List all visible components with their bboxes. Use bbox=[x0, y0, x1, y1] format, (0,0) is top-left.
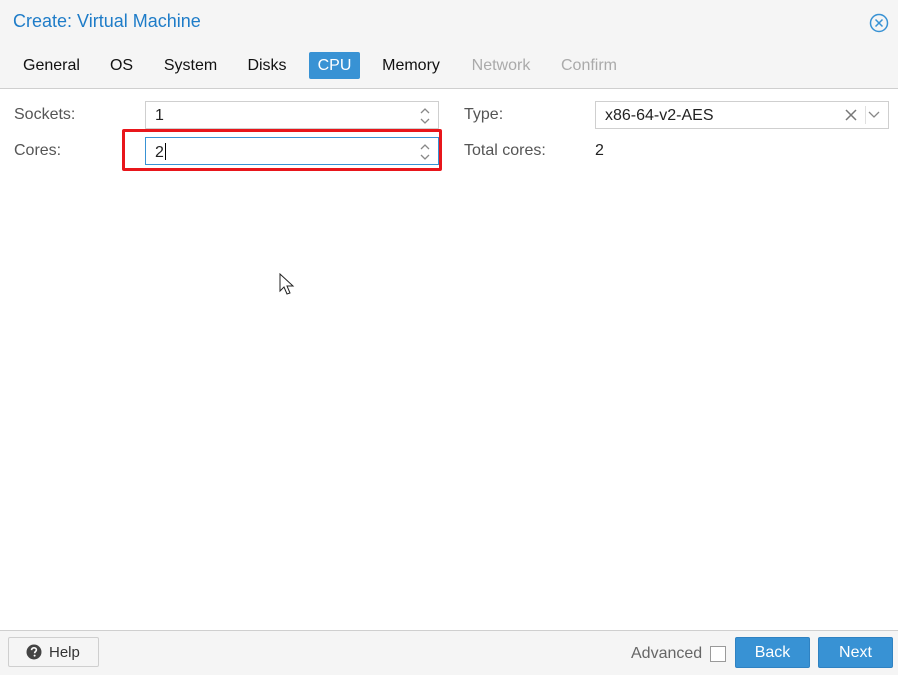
tab-network: Network bbox=[471, 57, 531, 74]
combo-divider bbox=[865, 106, 866, 124]
tab-confirm: Confirm bbox=[560, 57, 617, 74]
back-button[interactable]: Back bbox=[735, 637, 810, 668]
help-label: Help bbox=[49, 644, 80, 661]
tab-memory[interactable]: Memory bbox=[373, 52, 449, 79]
total-cores-label: Total cores: bbox=[464, 142, 546, 159]
help-button[interactable]: Help bbox=[8, 637, 99, 667]
clear-icon[interactable] bbox=[844, 107, 858, 123]
tab-system[interactable]: System bbox=[154, 52, 227, 79]
advanced-label: Advanced bbox=[631, 645, 703, 662]
advanced-checkbox[interactable] bbox=[710, 646, 726, 662]
total-cores-value: 2 bbox=[595, 142, 604, 159]
chevron-down-icon[interactable] bbox=[868, 110, 880, 120]
type-combobox[interactable]: x86-64-v2-AES bbox=[595, 101, 889, 129]
window-header: Create: Virtual Machine General OS Syste… bbox=[0, 0, 898, 89]
mouse-pointer-icon bbox=[279, 273, 295, 295]
window-title: Create: Virtual Machine bbox=[13, 11, 201, 31]
close-icon[interactable] bbox=[869, 13, 889, 33]
sockets-label: Sockets: bbox=[14, 106, 76, 123]
sockets-field[interactable]: 1 bbox=[145, 101, 439, 129]
next-button[interactable]: Next bbox=[818, 637, 893, 668]
cores-label: Cores: bbox=[14, 142, 62, 159]
highlight-box bbox=[122, 129, 442, 171]
tab-general[interactable]: General bbox=[12, 52, 91, 79]
tab-disks[interactable]: Disks bbox=[238, 52, 296, 79]
spinner-icon[interactable] bbox=[418, 105, 432, 127]
sockets-value: 1 bbox=[155, 107, 164, 124]
tab-os[interactable]: OS bbox=[100, 52, 143, 79]
type-value: x86-64-v2-AES bbox=[605, 107, 714, 124]
question-icon bbox=[26, 644, 42, 660]
type-label: Type: bbox=[464, 106, 504, 123]
tab-cpu[interactable]: CPU bbox=[309, 52, 360, 79]
footer-bar: Help Advanced Back Next bbox=[0, 630, 898, 675]
